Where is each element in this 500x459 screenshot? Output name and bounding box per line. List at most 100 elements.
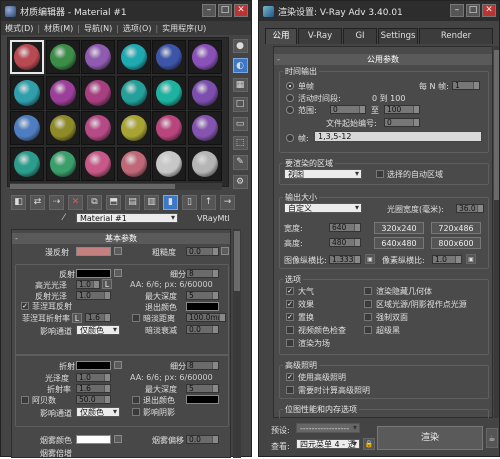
output-size-preset-dropdown[interactable]: 自定义 [284,203,362,213]
sample-slot[interactable] [187,75,222,110]
image-aspect-spinner[interactable]: 1.333 [329,255,361,264]
sample-slot[interactable] [10,111,44,145]
preset-dropdown[interactable]: ----------------- [296,423,360,433]
compute-advanced-lighting-checkbox[interactable] [286,386,294,394]
roughness-map-button[interactable] [221,247,229,255]
sample-slot[interactable] [187,40,222,74]
preset-640x480-button[interactable]: 640x480 [374,237,424,249]
pixel-aspect-spinner[interactable]: 1.0 [432,255,462,264]
menu-navigation[interactable]: 导航(N) [80,23,116,34]
view-lock-icon[interactable]: 🔒 [363,438,375,450]
range-from-spinner[interactable]: 0 [330,105,366,114]
video-color-check-icon[interactable]: ▭ [232,116,248,131]
diffuse-color-swatch[interactable] [76,247,111,256]
show-end-result-icon[interactable]: ▯ [182,194,197,210]
material-type-button[interactable]: VRayMtl [197,214,230,223]
fog-color-swatch[interactable] [76,435,111,444]
option-checkbox[interactable] [364,300,372,308]
dim-falloff-spinner[interactable]: 0.0 [186,325,219,334]
close-button[interactable]: ✕ [234,4,248,17]
go-forward-sibling-icon[interactable]: → [220,194,235,210]
reflect-maxdepth-spinner[interactable]: 5 [186,291,219,300]
minimize-button[interactable]: – [202,4,216,17]
fog-color-map-button[interactable] [114,435,122,443]
menu-material[interactable]: 材质(M) [40,23,77,34]
range-radio[interactable] [286,106,294,114]
option-checkbox[interactable] [364,326,372,334]
sample-slot[interactable] [187,146,222,181]
option-checkbox[interactable] [286,339,294,347]
tab-settings[interactable]: Settings [378,28,418,44]
put-to-library-icon[interactable]: ▤ [125,194,140,210]
refract-affect-dropdown[interactable]: 仅颜色 [76,407,120,417]
file-start-spinner[interactable]: 0 [384,118,420,127]
option-checkbox[interactable]: ✓ [286,313,294,321]
common-params-rollout[interactable]: - 公用参数 [274,54,492,65]
tab-gi[interactable]: GI [343,28,377,44]
go-to-parent-icon[interactable]: ↑ [201,194,216,210]
range-to-spinner[interactable]: 100 [384,105,420,114]
put-to-scene-icon[interactable]: ⇄ [30,194,45,210]
sample-slot[interactable] [10,75,44,110]
option-checkbox[interactable] [364,287,372,295]
diffuse-map-button[interactable] [114,247,122,255]
show-map-icon[interactable]: ▮ [163,194,178,210]
reflect-subdivs-spinner[interactable]: 8 [186,269,219,278]
menu-options[interactable]: 选项(O) [119,23,156,34]
reset-map-icon[interactable]: ✕ [68,194,83,210]
option-checkbox[interactable]: ✓ [286,287,294,295]
option-checkbox[interactable] [286,326,294,334]
sample-slot[interactable] [45,111,80,145]
pixel-aspect-lock-icon[interactable]: ▣ [466,254,476,264]
refract-subdivs-spinner[interactable]: 8 [186,361,219,370]
refract-gloss-spinner[interactable]: 1.0 [76,373,111,382]
tab-common[interactable]: 公用 [265,28,297,44]
refract-maxdepth-spinner[interactable]: 5 [186,384,219,393]
hilight-lock-button[interactable]: L [102,279,112,289]
background-icon[interactable]: ▦ [232,77,248,93]
reflect-gloss-spinner[interactable]: 1.0 [76,291,111,300]
select-by-material-icon[interactable]: ⚙ [232,174,248,189]
sample-slot[interactable] [152,111,186,145]
refract-exit-checkbox[interactable] [132,396,140,404]
width-spinner[interactable]: 640 [329,223,361,232]
rs-close-button[interactable]: ✕ [482,4,496,17]
refract-color-swatch[interactable] [76,361,111,370]
every-n-spinner[interactable]: 1 [452,81,480,90]
sample-slot[interactable] [116,146,151,181]
hilight-gloss-spinner[interactable]: 1.0 [76,280,100,289]
menu-mode[interactable]: 模式(D) [1,23,37,34]
use-advanced-lighting-checkbox[interactable]: ✓ [286,373,294,381]
sample-slot[interactable] [81,40,115,74]
sample-slot[interactable] [152,146,186,181]
abbe-spinner[interactable]: 50.0 [76,395,111,404]
sample-type-icon[interactable]: ● [232,39,248,54]
assign-material-icon[interactable]: ⇢ [49,194,64,210]
basic-params-rollout[interactable]: - 基本参数 [12,233,230,244]
preset-720x486-button[interactable]: 720x486 [431,222,481,234]
sample-slot[interactable] [116,111,151,145]
sample-slot[interactable] [81,111,115,145]
reflect-color-swatch[interactable] [76,269,111,278]
sample-slot[interactable] [10,146,44,181]
sample-slot[interactable] [45,146,80,181]
roughness-spinner[interactable]: 0.0 [186,247,219,256]
aspect-lock-icon[interactable]: ▣ [365,254,375,264]
auto-region-checkbox[interactable] [376,170,384,178]
frames-input[interactable]: 1,3,5-12 [314,131,482,142]
sample-slot[interactable] [10,40,44,74]
area-to-render-dropdown[interactable]: 视图 [284,169,362,179]
pick-material-icon[interactable]: ⁄ [63,213,73,223]
fog-bias-spinner[interactable]: 0.0 [186,435,219,444]
render-vertical-scrollbar[interactable] [494,46,499,418]
sample-slot[interactable] [152,75,186,110]
render-button[interactable]: 渲染 [377,426,483,450]
material-name-field[interactable]: Material #1 [76,213,178,223]
uv-tiling-icon[interactable]: □ [232,97,248,112]
height-spinner[interactable]: 480 [329,238,361,247]
preset-800x600-button[interactable]: 800x600 [431,237,481,249]
tab-render-elements[interactable]: Render Elements [419,28,493,56]
reflect-affect-dropdown[interactable]: 仅颜色 [76,325,120,335]
sample-slot[interactable] [187,111,222,145]
aperture-width-spinner[interactable]: 36.0 [456,204,484,213]
